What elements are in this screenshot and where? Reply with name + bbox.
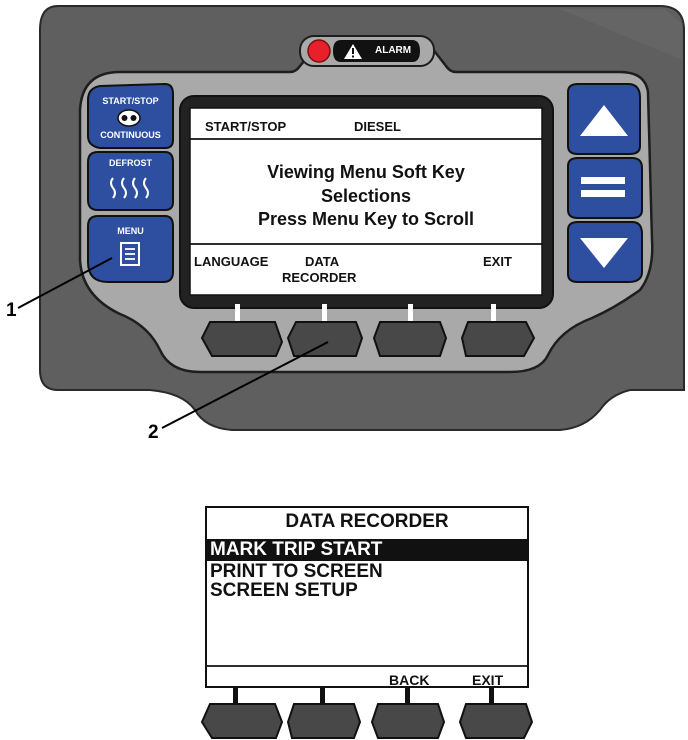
alarm-led [307, 39, 331, 63]
callout-2-number: 2 [148, 422, 159, 443]
dr-softkey-label-exit: EXIT [472, 672, 504, 688]
menu-key-label: MENU [117, 226, 144, 236]
soft-key-2[interactable] [286, 321, 364, 357]
soft-key-3[interactable] [372, 321, 448, 357]
controller-diagram [17, 5, 685, 739]
callout-1-number: 1 [6, 300, 17, 321]
dr-soft-key-3[interactable] [370, 703, 446, 739]
enter-key[interactable] [567, 157, 643, 219]
continuous-key-label: CONTINUOUS [100, 130, 161, 140]
up-key[interactable] [567, 83, 641, 155]
dr-soft-key-2[interactable] [286, 703, 362, 739]
start-stop-icon [117, 109, 141, 127]
dr-soft-key-1[interactable] [200, 703, 284, 739]
dr-title: DATA RECORDER [285, 511, 449, 532]
down-key[interactable] [567, 221, 643, 283]
dr-softkey-label-back: BACK [389, 672, 430, 688]
softkey-label-data: DATA [305, 254, 340, 269]
lcd-fuel: DIESEL [354, 119, 401, 134]
softkey-label-exit: EXIT [483, 254, 512, 269]
dr-menu-item-screen-setup[interactable]: SCREEN SETUP [206, 580, 528, 602]
dr-menu-item-mark-trip-start[interactable]: MARK TRIP START [206, 539, 528, 561]
dr-soft-key-4[interactable] [458, 703, 534, 739]
start-stop-key-label: START/STOP [102, 96, 159, 106]
soft-key-4[interactable] [460, 321, 536, 357]
lcd-message-line-1: Viewing Menu Soft Key [267, 162, 465, 182]
soft-key-1[interactable] [200, 321, 284, 357]
lcd-message-line-2: Selections [320, 186, 412, 206]
defrost-key-label: DEFROST [108, 158, 152, 168]
alarm-label: ALARM [375, 45, 412, 56]
lcd-mode: START/STOP [205, 119, 287, 134]
lcd-message-line-3: Press Menu Key to Scroll [257, 209, 475, 229]
softkey-label-language: LANGUAGE [194, 254, 269, 269]
softkey-label-recorder: RECORDER [282, 270, 357, 285]
